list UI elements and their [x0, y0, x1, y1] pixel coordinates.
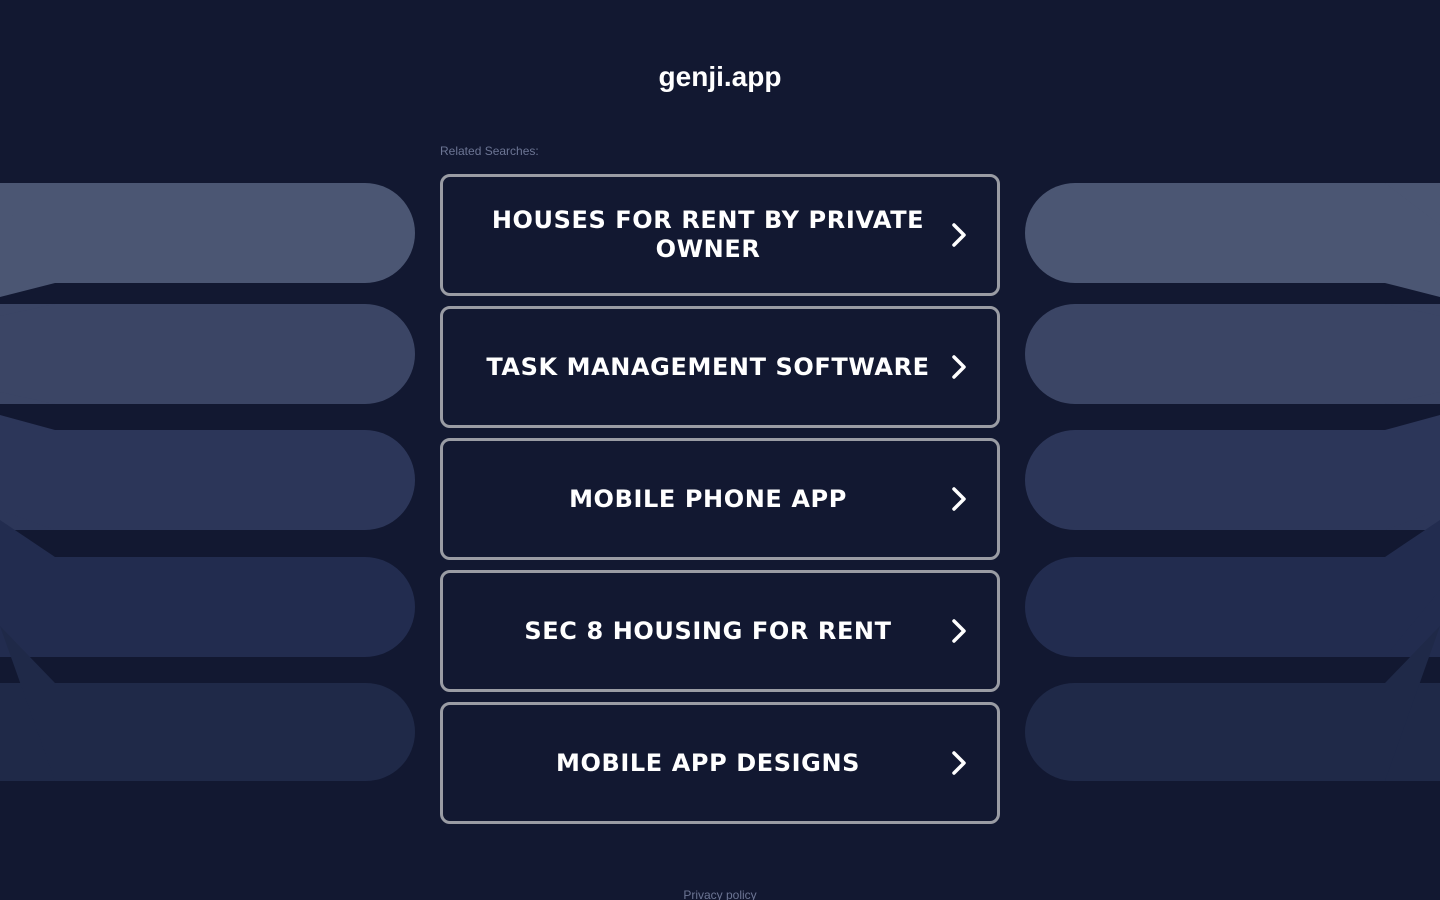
left-band-4	[0, 520, 415, 657]
left-band-2	[0, 304, 415, 404]
related-search-link[interactable]: MOBILE APP DESIGNS	[440, 702, 1000, 824]
footer: Privacy policy	[0, 886, 1440, 900]
related-search-link[interactable]: SEC 8 HOUSING FOR RENT	[440, 570, 1000, 692]
privacy-policy-link[interactable]: Privacy policy	[683, 888, 756, 900]
related-search-link[interactable]: TASK MANAGEMENT SOFTWARE	[440, 306, 1000, 428]
right-band-1	[1025, 183, 1440, 297]
related-search-text: HOUSES FOR RENT BY PRIVATE OWNER	[491, 206, 925, 263]
left-band-3	[0, 415, 415, 530]
site-title: genji.app	[658, 61, 782, 92]
related-search-link[interactable]: MOBILE PHONE APP	[440, 438, 1000, 560]
chevron-right-icon	[952, 355, 966, 379]
related-searches-label: Related Searches:	[440, 144, 539, 158]
related-search-text: MOBILE APP DESIGNS	[555, 748, 861, 777]
left-band-1	[0, 183, 415, 297]
chevron-right-icon	[952, 223, 966, 247]
chevron-right-icon	[952, 751, 966, 775]
chevron-right-icon	[952, 619, 966, 643]
related-searches-list: HOUSES FOR RENT BY PRIVATE OWNER TASK MA…	[440, 174, 1000, 834]
chevron-right-icon	[952, 487, 966, 511]
related-search-text: TASK MANAGEMENT SOFTWARE	[486, 352, 930, 381]
right-band-2	[1025, 304, 1440, 404]
right-band-3	[1025, 415, 1440, 530]
right-band-4	[1025, 520, 1440, 657]
related-search-text: SEC 8 HOUSING FOR RENT	[524, 616, 892, 645]
related-search-text: MOBILE PHONE APP	[569, 484, 847, 513]
related-search-link[interactable]: HOUSES FOR RENT BY PRIVATE OWNER	[440, 174, 1000, 296]
parked-domain-page: genji.app Related Searches: HOUSES FOR R…	[0, 0, 1440, 900]
